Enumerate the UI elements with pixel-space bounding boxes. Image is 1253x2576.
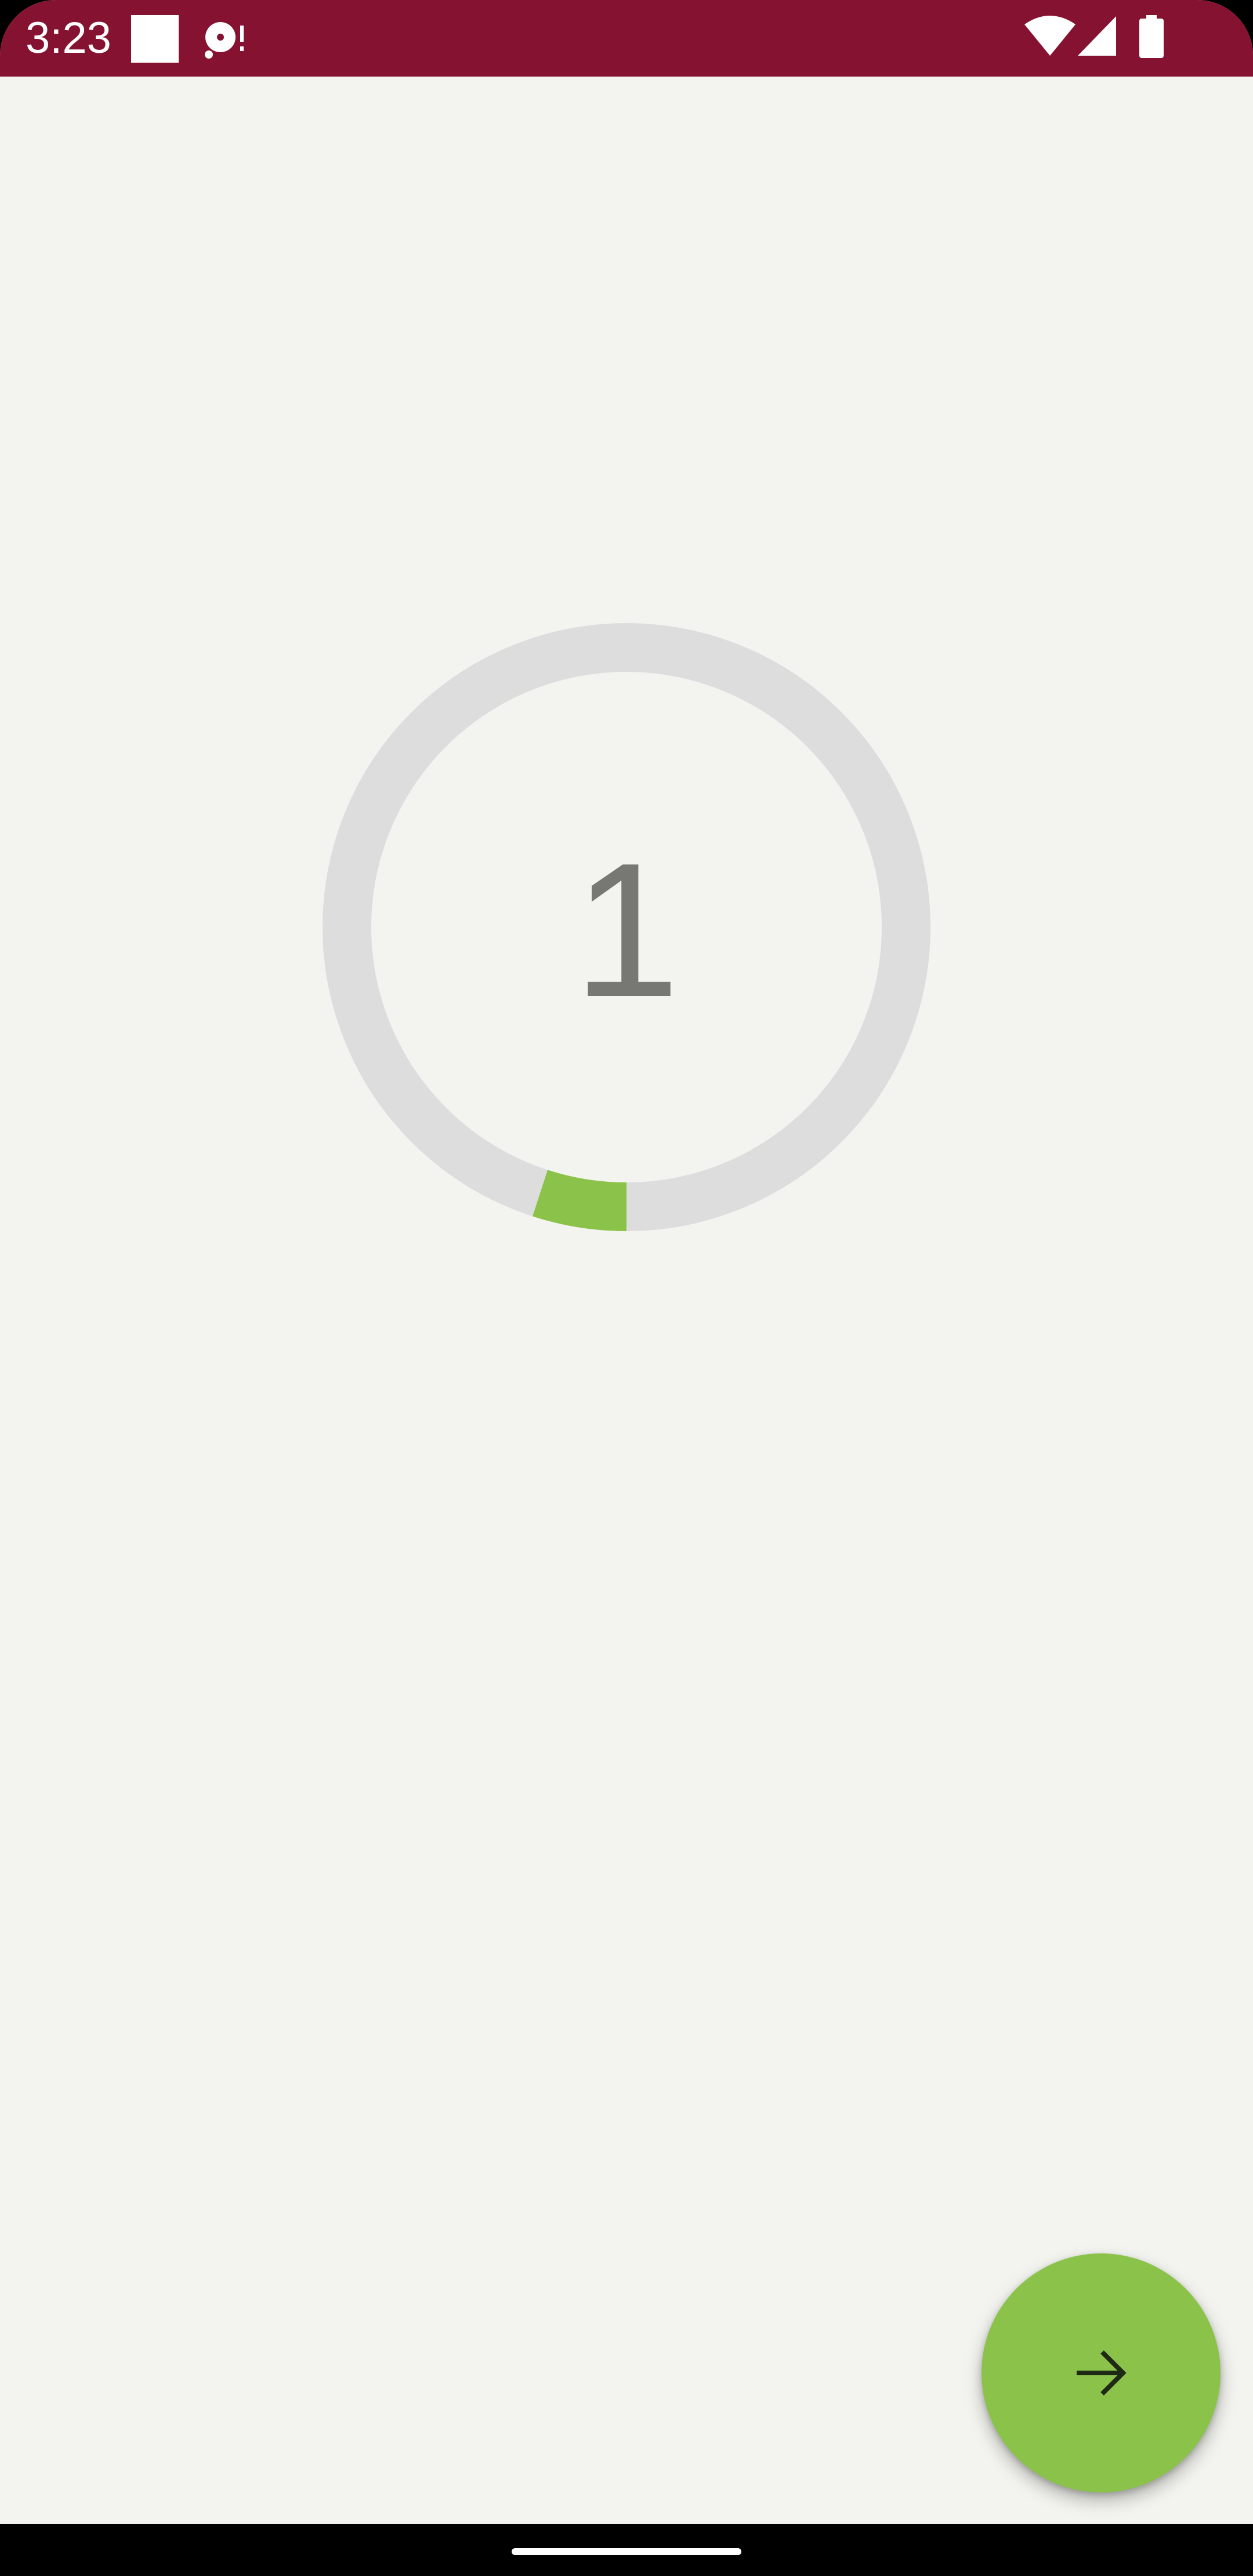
countdown-timer: 1 [323,623,930,1231]
battery-icon [1139,15,1164,58]
arrow-right-icon [1077,2350,1127,2396]
status-time: 3:23 [26,13,111,63]
notification-square-icon [131,15,179,63]
timer-count: 1 [573,823,680,1037]
media-disc-icon [205,22,244,59]
app-screen: 3:23 1 [0,0,1253,2524]
wifi-icon [1024,16,1075,56]
home-gesture-handle[interactable] [512,2548,741,2555]
cell-signal-icon [1078,16,1116,56]
status-bar: 3:23 [0,0,1253,77]
next-button[interactable] [982,2253,1221,2492]
